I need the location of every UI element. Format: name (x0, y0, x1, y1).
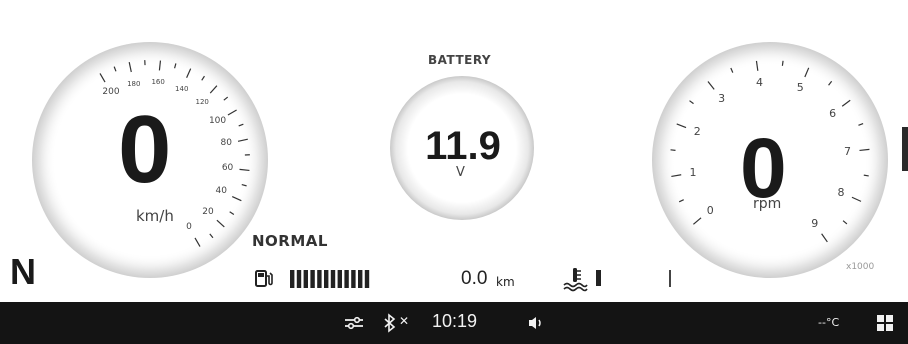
menu-grid-icon[interactable] (877, 315, 893, 331)
speed-tick-label: 40 (215, 186, 227, 197)
bluetooth-icon[interactable] (383, 313, 397, 333)
speed-tick-label: 60 (221, 162, 234, 173)
rpm-tick-label: 1 (689, 166, 697, 180)
speed-value: 0 (118, 96, 172, 203)
speed-tick-label: 0 (186, 222, 192, 233)
fuel-segment (344, 270, 349, 288)
fuel-segment (351, 270, 356, 288)
fuel-pump-icon (254, 268, 274, 288)
connection-icon[interactable] (343, 314, 365, 332)
dashboard: 0 20 40 60 80 100 120 140 160 180 200 0123456789 0… (0, 0, 908, 302)
fuel-segment (310, 270, 315, 288)
speed-unit: km/h (136, 207, 174, 225)
bluetooth-disconnected-mark: ✕ (399, 314, 410, 328)
rpm-multiplier: x1000 (846, 262, 875, 272)
rpm-tick-label: 0 (706, 203, 714, 217)
rpm-tick-label: 2 (693, 125, 701, 139)
odometer-value: 0.0 (461, 268, 488, 289)
rpm-tick (863, 174, 869, 177)
ambient-temperature: --°C (818, 316, 840, 329)
rpm-tick-label: 7 (844, 145, 852, 159)
fuel-segment (317, 270, 322, 288)
ride-mode: NORMAL (252, 232, 328, 250)
speed-tick-label: 100 (208, 115, 227, 126)
fuel-segment (337, 270, 342, 288)
fuel-segment (330, 270, 336, 288)
volume-icon[interactable] (527, 315, 545, 331)
fuel-level-bar (290, 270, 372, 288)
fuel-segment (296, 270, 302, 288)
rpm-tick-label: 3 (718, 92, 726, 106)
rpm-tick-label: 4 (755, 76, 763, 90)
coolant-temp-icon (562, 266, 588, 292)
fuel-segment (358, 270, 363, 288)
rpm-tick (670, 149, 676, 151)
fuel-segment (364, 270, 370, 288)
gear-indicator: N (10, 251, 36, 292)
rpm-tick-label: 9 (811, 217, 819, 231)
rpm-tick-label: 5 (796, 81, 804, 95)
rpm-tick-label: 8 (837, 185, 845, 199)
fuel-segment (303, 270, 308, 288)
battery-unit: V (456, 165, 465, 180)
speed-tick-label: 120 (195, 97, 209, 106)
battery-value: 11.9 (425, 124, 501, 168)
fuel-segment (290, 270, 295, 288)
rpm-tick (781, 60, 784, 66)
clock-time: 10:19 (432, 311, 478, 331)
status-bar: ✕ 10:19 --°C (0, 302, 908, 344)
rpm-unit: rpm (753, 196, 782, 212)
battery-title: BATTERY (428, 53, 492, 67)
side-tab[interactable] (902, 127, 908, 171)
speed-tick-label: 80 (220, 138, 232, 149)
coolant-scale-end (669, 270, 671, 287)
coolant-level-bar (596, 270, 601, 286)
rpm-tick-label: 6 (829, 106, 837, 120)
odometer-unit: km (496, 275, 515, 289)
fuel-segment (324, 270, 329, 288)
speed-tick-label: 20 (202, 206, 214, 217)
